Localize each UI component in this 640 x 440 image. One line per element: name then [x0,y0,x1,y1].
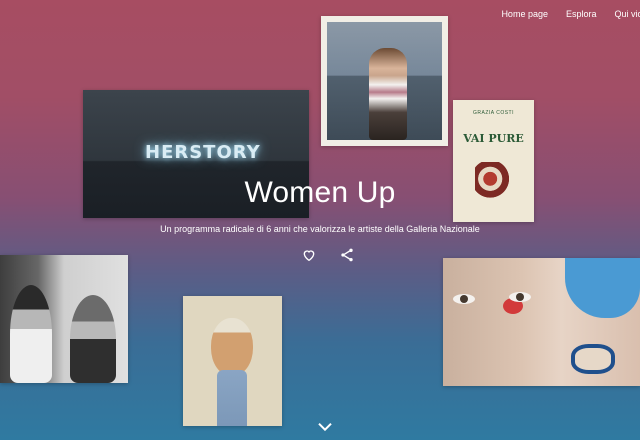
artwork-two-women-photo[interactable] [0,255,128,383]
blue-paint-shape [565,258,640,318]
woman-right-figure [70,295,116,383]
nav-home[interactable]: Home page [501,9,548,19]
artwork-face-paint-photo[interactable] [443,258,640,386]
nav-nearby[interactable]: Qui vici [614,9,640,19]
neon-sign-text: HERSTORY [145,142,261,163]
eye-shape [509,292,531,302]
artwork-portrait-painting[interactable] [183,296,282,426]
page-subtitle: Un programma radicale di 6 anni che valo… [160,224,480,234]
portrait-body [217,370,247,426]
woman-left-figure [10,285,52,383]
painted-eye-mask [571,344,615,374]
top-nav: Home page Esplora Qui vici [501,9,640,19]
nav-explore[interactable]: Esplora [566,9,597,19]
heart-icon[interactable] [301,247,317,263]
woman-figure [369,48,407,140]
eye-shape [453,294,475,304]
photo-woman-sea [327,22,442,140]
share-icon[interactable] [339,247,355,263]
book-author: GRAZIA COSTI [472,110,514,116]
portrait-face [211,318,253,376]
chevron-down-icon[interactable] [317,421,333,433]
artwork-woman-by-sea[interactable] [321,16,448,146]
book-title: VAI PURE [463,132,524,145]
page-title: Women Up [244,176,396,209]
hero-actions [301,247,355,263]
